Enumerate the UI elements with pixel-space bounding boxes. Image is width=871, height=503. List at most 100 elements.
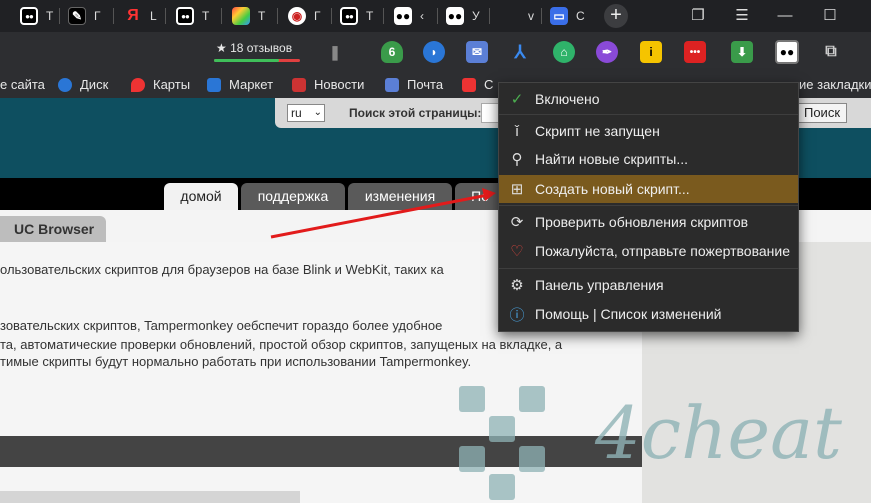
- watermark-text: 4cheat: [594, 391, 843, 475]
- content-line: ользовательских скриптов для браузеров н…: [0, 262, 444, 277]
- bookmark-label: С: [484, 77, 494, 92]
- browser-tab-7[interactable]: T: [334, 4, 384, 28]
- tab-label: T: [46, 9, 54, 23]
- browser-tab-8[interactable]: ●● ‹: [388, 4, 438, 28]
- language-select[interactable]: ru ⌄: [287, 104, 325, 122]
- tampermonkey-icon: [20, 7, 38, 25]
- bookmark-mail[interactable]: Почта: [385, 77, 443, 92]
- menu-icon[interactable]: ☰: [732, 6, 752, 26]
- mail-icon: [385, 77, 399, 92]
- bookmark-label: Маркет: [229, 77, 274, 92]
- plus-square-icon: ⊞: [510, 181, 524, 198]
- menu-item-find-scripts[interactable]: ⚲ Найти новые скрипты...: [499, 145, 798, 173]
- browser-tab-3[interactable]: ЯL: [118, 4, 166, 28]
- bookmark-other[interactable]: ие закладки: [799, 77, 871, 92]
- menu-item-label: Пожалуйста, отправьте пожертвование: [535, 243, 790, 259]
- browser-tab-6[interactable]: ◉ Г: [282, 4, 332, 28]
- blank-icon: [502, 7, 520, 25]
- adblock-shield-icon[interactable]: 6: [381, 41, 403, 63]
- tab-strip: T ✎Г ЯL T T ◉Г T ●●‹ ●●У v ▭С + ❐ ☰ — ☐: [0, 0, 871, 32]
- menu-item-script-not-running[interactable]: ǐ Скрипт не запущен: [499, 117, 798, 145]
- tab-label: T: [202, 9, 210, 23]
- tab-label: L: [150, 9, 157, 23]
- map-pin-icon: [131, 77, 145, 92]
- dots-icon[interactable]: •••: [684, 41, 706, 63]
- disk-icon[interactable]: ◗: [423, 41, 445, 63]
- browser-tab-10[interactable]: v: [496, 4, 542, 28]
- bookmark-news[interactable]: Новости: [292, 77, 364, 92]
- chevron-down-icon: ⌄: [313, 107, 322, 118]
- tab-support[interactable]: поддержка: [241, 183, 345, 210]
- language-value: ru: [291, 106, 302, 120]
- tab-label: С: [576, 9, 585, 23]
- feather-icon[interactable]: ✒: [596, 41, 618, 63]
- cart-icon: [207, 77, 221, 92]
- watermark-logo: 4cheat: [459, 386, 843, 500]
- menu-item-label: Найти новые скрипты...: [535, 151, 688, 167]
- bookmark-label: Почта: [407, 77, 444, 92]
- tab-label: ‹: [420, 9, 424, 23]
- menu-item-label: Панель управления: [535, 277, 664, 293]
- browser-tab-9[interactable]: ●● У: [440, 4, 490, 28]
- tab-label: v: [528, 9, 534, 23]
- black-circle-icon: ✎: [68, 7, 86, 25]
- reviews-label: ★ 18 отзывов: [216, 41, 293, 55]
- tab-uc-browser[interactable]: UC Browser: [0, 216, 106, 242]
- disk-icon: [58, 77, 72, 92]
- menu-item-dashboard[interactable]: ⚙ Панель управления: [499, 271, 798, 299]
- letter-i-icon[interactable]: i: [640, 41, 662, 63]
- menu-item-label: Помощь | Список изменений: [535, 306, 722, 322]
- bookmark-icon[interactable]: ❚: [324, 41, 346, 63]
- browser-tab-4[interactable]: T: [170, 4, 222, 28]
- menu-item-check-updates[interactable]: ⟳ Проверить обновления скриптов: [499, 208, 798, 236]
- bookmark-label: Новости: [314, 77, 365, 92]
- refresh-icon: ⟳: [510, 214, 524, 231]
- tab-changes[interactable]: изменения: [348, 183, 452, 210]
- bookmark-label: Диск: [80, 77, 109, 92]
- download-extension-icon[interactable]: ⬇: [731, 41, 753, 63]
- content-line: та, автоматические проверки обновлений, …: [0, 337, 563, 352]
- tab-label: Г: [314, 9, 321, 23]
- maximize-icon[interactable]: ☐: [820, 6, 840, 26]
- tab-home[interactable]: домой: [164, 183, 238, 210]
- menu-item-donate[interactable]: ♡ Пожалуйста, отправьте пожертвование: [499, 237, 798, 265]
- colorful-app-icon: [232, 7, 250, 25]
- browser-tab-1[interactable]: T: [14, 4, 60, 28]
- bookmark-maps[interactable]: Карты: [131, 77, 190, 92]
- app-icon: [462, 77, 476, 92]
- reviews-badge[interactable]: ★ 18 отзывов: [212, 40, 304, 62]
- search-button[interactable]: Поиск: [797, 103, 847, 123]
- tampermonkey-icon: [340, 7, 358, 25]
- tampermonkey-icon: ●●: [446, 7, 464, 25]
- news-icon: [292, 77, 306, 92]
- bookmark-market[interactable]: Маркет: [207, 77, 273, 92]
- heart-icon: ♡: [510, 243, 524, 260]
- menu-item-create-script[interactable]: ⊞ Создать новый скрипт...: [499, 175, 798, 203]
- chat-icon: ▭: [550, 7, 568, 25]
- extensions-icon[interactable]: ⧉: [820, 41, 842, 63]
- browser-tab-5[interactable]: T: [226, 4, 278, 28]
- browser-toolbar: ★ 18 отзывов ❚ 6 ◗ ✉ ⅄ ⌂ ✒ i ••• ⬇ ●● ⧉: [0, 32, 871, 72]
- translate-icon[interactable]: ⅄: [509, 41, 531, 63]
- browser-tab-11[interactable]: ▭ С: [544, 4, 590, 28]
- check-icon: ✓: [510, 91, 524, 108]
- menu-item-help[interactable]: ⓘ Помощь | Список изменений: [499, 300, 798, 328]
- menu-item-label: Создать новый скрипт...: [535, 181, 690, 197]
- collections-icon[interactable]: ❐: [688, 6, 708, 26]
- content-line: тимые скрипты будут нормально работать п…: [0, 354, 472, 369]
- menu-item-enabled[interactable]: ✓ Включено: [499, 85, 798, 113]
- bookmark-disk[interactable]: Диск: [58, 77, 108, 92]
- mail-icon[interactable]: ✉: [466, 41, 488, 63]
- minimize-icon[interactable]: —: [775, 6, 795, 26]
- tampermonkey-icon[interactable]: ●●: [775, 40, 799, 64]
- gear-icon: ⚙: [510, 277, 524, 294]
- menu-item-label: Включено: [535, 91, 600, 107]
- new-tab-button[interactable]: +: [604, 4, 628, 28]
- bookmark-c[interactable]: С: [462, 77, 493, 92]
- search-label: Поиск этой страницы:: [349, 106, 482, 120]
- menu-item-label: Проверить обновления скриптов: [535, 214, 749, 230]
- bookmark-label: Карты: [153, 77, 191, 92]
- bookmark-sites[interactable]: е сайта: [0, 77, 45, 92]
- browser-tab-2[interactable]: ✎ Г: [62, 4, 114, 28]
- extension-green-icon[interactable]: ⌂: [553, 41, 575, 63]
